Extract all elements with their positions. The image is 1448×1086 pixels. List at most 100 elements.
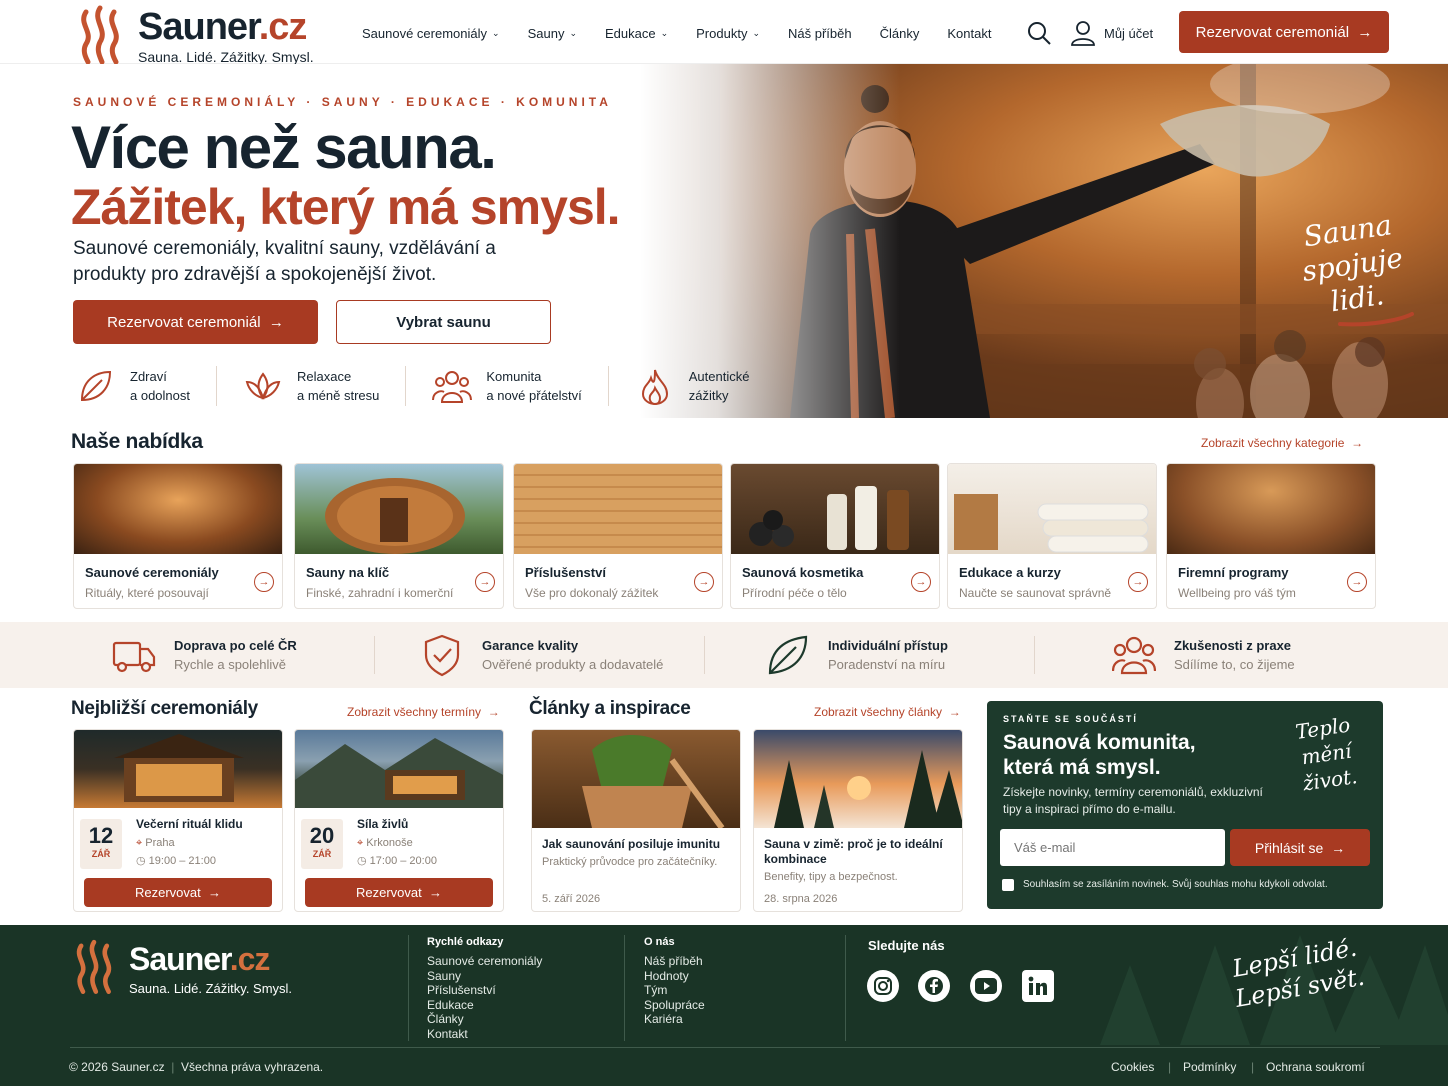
book-ceremony-button[interactable]: Rezervovat ceremoniál →	[1179, 11, 1389, 53]
article-card[interactable]: Jak saunování posiluje imunitu Praktický…	[531, 729, 741, 912]
footer-link[interactable]: Kariéra	[644, 1012, 705, 1027]
separator: |	[1168, 1060, 1172, 1074]
offer-card-ceremonies[interactable]: Saunové ceremoniály Rituály, které posou…	[73, 463, 283, 609]
group-sauna-image	[1167, 464, 1375, 554]
separator: |	[1251, 1060, 1255, 1074]
user-icon[interactable]	[1070, 20, 1096, 46]
divider	[374, 636, 375, 674]
article-date: 5. září 2026	[542, 893, 601, 905]
footer-link[interactable]: Sauny	[427, 969, 542, 984]
footer-link[interactable]: Hodnoty	[644, 969, 705, 984]
benefit-health: Zdraví a odolnost	[76, 366, 217, 406]
newsletter-subscribe-button[interactable]: Přihlásit se →	[1230, 829, 1370, 866]
article-subtitle: Praktický průvodce pro začátečníky.	[542, 856, 718, 868]
offer-card-cosmetics[interactable]: Saunová kosmetika Přírodní péče o tělo →	[730, 463, 940, 609]
nav-saunas[interactable]: Sauny ⌄	[528, 26, 577, 41]
nav-products[interactable]: Produkty ⌄	[696, 26, 760, 41]
steam-logo-icon	[76, 939, 112, 994]
arrow-right-icon: →	[1351, 436, 1364, 450]
instagram-icon[interactable]	[867, 970, 899, 1002]
truck-icon	[112, 641, 156, 673]
card-subtitle: Wellbeing pro váš tým	[1178, 586, 1296, 600]
event-title: Síla živlů	[357, 817, 409, 831]
offer-card-education[interactable]: Edukace a kurzy Naučte se saunovat správ…	[947, 463, 1157, 609]
footer-link[interactable]: Články	[427, 1012, 542, 1027]
nav-education[interactable]: Edukace ⌄	[605, 26, 668, 41]
event-book-button[interactable]: Rezervovat →	[305, 878, 493, 907]
youtube-icon[interactable]	[970, 970, 1002, 1002]
feature-quality: Garance kvality Ověřené produkty a dodava…	[420, 634, 663, 677]
feature-title: Garance kvality	[482, 638, 579, 653]
offer-card-accessories[interactable]: Příslušenství Vše pro dokonalý zážitek →	[513, 463, 723, 609]
cosmetics-image	[731, 464, 939, 554]
search-icon[interactable]	[1026, 20, 1052, 46]
footer-privacy-link[interactable]: Ochrana soukromí	[1266, 1060, 1365, 1074]
chevron-down-icon: ⌄	[752, 28, 760, 38]
newsletter-eyebrow: STAŇTE SE SOUČÁSTÍ	[1003, 714, 1138, 724]
offer-card-corporate[interactable]: Firemní programy Wellbeing pro váš tým →	[1166, 463, 1376, 609]
benefit-community: Komunita a nové přátelství	[432, 366, 609, 406]
hero-book-ceremony-button[interactable]: Rezervovat ceremoniál →	[73, 300, 318, 344]
hero-benefits: Zdraví a odolnost Relaxace a méně stresu K…	[76, 366, 801, 406]
arrow-right-circle-icon[interactable]: →	[254, 572, 274, 592]
feature-title: Zkušenosti z praxe	[1174, 638, 1292, 653]
arrow-right-circle-icon[interactable]: →	[911, 572, 931, 592]
logo-text: Sauner.cz	[138, 6, 307, 48]
footer-link[interactable]: Saunové ceremoniály	[427, 954, 542, 969]
consent-checkbox[interactable]	[1002, 879, 1014, 891]
event-card[interactable]: 12 ZÁŘ Večerní rituál klidu ⌖ Praha ◷ 19:…	[73, 729, 283, 912]
location-pin-icon: ⌖	[357, 837, 364, 849]
arrow-right-icon: →	[948, 705, 961, 719]
nav-ceremonies[interactable]: Saunové ceremoniály ⌄	[362, 26, 500, 41]
card-title: Edukace a kurzy	[959, 565, 1061, 580]
footer-link[interactable]: Spolupráce	[644, 998, 705, 1013]
footer-link[interactable]: Náš příběh	[644, 954, 705, 969]
nav-our-story[interactable]: Náš příběh	[788, 26, 852, 41]
footer-link[interactable]: Příslušenství	[427, 983, 542, 998]
arrow-right-circle-icon[interactable]: →	[694, 572, 714, 592]
article-card[interactable]: Sauna v zimě: proč je to ideální kombina…	[753, 729, 963, 912]
footer-quick-links: Rychlé odkazy Saunové ceremoniály Sauny …	[427, 936, 542, 1041]
hero-photo-fade	[640, 64, 900, 418]
arrow-right-circle-icon[interactable]: →	[1128, 572, 1148, 592]
linkedin-icon[interactable]	[1022, 970, 1054, 1002]
my-account-link[interactable]: Můj účet	[1104, 26, 1153, 41]
ceremony-image	[74, 464, 282, 554]
offer-all-categories-link[interactable]: Zobrazit všechny kategorie →	[1201, 436, 1363, 450]
divider	[408, 935, 409, 1041]
divider	[704, 636, 705, 674]
offer-card-turnkey-saunas[interactable]: Sauny na klíč Finské, zahradní i komerčn…	[294, 463, 504, 609]
card-subtitle: Vše pro dokonalý zážitek	[525, 586, 659, 600]
divider	[1034, 636, 1035, 674]
nav-articles[interactable]: Články	[880, 26, 920, 41]
footer-link[interactable]: Kontakt	[427, 1027, 542, 1042]
newsletter-script-text: Teplo mění život.	[1293, 712, 1359, 796]
events-all-dates-link[interactable]: Zobrazit všechny termíny →	[347, 705, 500, 719]
footer-terms-link[interactable]: Podmínky	[1183, 1060, 1236, 1074]
event-book-button[interactable]: Rezervovat →	[84, 878, 272, 907]
arrow-right-icon: →	[268, 313, 284, 331]
articles-all-link[interactable]: Zobrazit všechny články →	[814, 705, 961, 719]
logo[interactable]: Sauner.cz Sauna. Lidé. Zážitky. Smysl.	[76, 4, 326, 65]
sauna-interior-image	[514, 464, 722, 554]
logo-tagline: Sauna. Lidé. Zážitky. Smysl.	[138, 49, 314, 65]
footer-column-title: O nás	[644, 936, 675, 948]
people-icon	[1112, 636, 1156, 675]
footer-link[interactable]: Tým	[644, 983, 705, 998]
nav-contact[interactable]: Kontakt	[947, 26, 991, 41]
card-title: Firemní programy	[1178, 565, 1289, 580]
arrow-right-circle-icon[interactable]: →	[475, 572, 495, 592]
newsletter-email-input[interactable]	[1000, 829, 1225, 866]
footer-link[interactable]: Edukace	[427, 998, 542, 1013]
footer-cookies-link[interactable]: Cookies	[1111, 1060, 1154, 1074]
event-card[interactable]: 20 ZÁŘ Síla živlů ⌖ Krkonoše ◷ 17:00 – 20…	[294, 729, 504, 912]
hero-eyebrow: SAUNOVÉ CEREMONIÁLY · SAUNY · EDUKACE · …	[73, 95, 612, 109]
arrow-right-circle-icon[interactable]: →	[1347, 572, 1367, 592]
hero-choose-sauna-button[interactable]: Vybrat saunu	[336, 300, 551, 344]
newsletter-title: Saunová komunita, která má smysl.	[1003, 731, 1196, 779]
leaf-icon	[768, 635, 808, 675]
steam-logo-icon	[81, 5, 119, 64]
location-pin-icon: ⌖	[136, 837, 143, 849]
feature-title: Individuální přístup	[828, 638, 948, 653]
facebook-icon[interactable]	[918, 970, 950, 1002]
